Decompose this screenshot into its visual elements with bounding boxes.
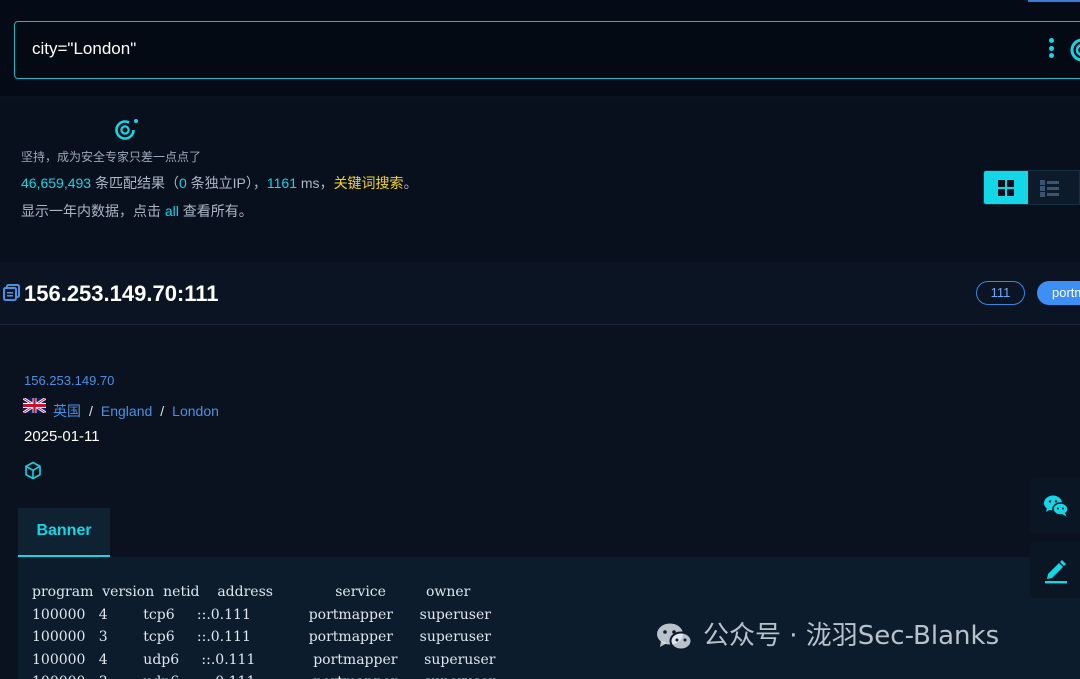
result-date: 2025-01-11 <box>24 428 100 445</box>
tab-banner[interactable]: Banner <box>18 508 110 557</box>
result-title[interactable]: 156.253.149.70:111 <box>24 281 219 307</box>
location-separator: / <box>160 403 165 419</box>
search-logo-icon[interactable] <box>1069 37 1080 63</box>
copy-icon[interactable] <box>3 284 20 301</box>
summary-period: 。 <box>403 175 418 191</box>
location-separator: / <box>89 403 93 419</box>
host-ip-link[interactable]: 156.253.149.70 <box>24 373 114 388</box>
year-notice: 显示一年内数据，点击 all 查看所有。 <box>21 201 253 221</box>
list-view-button[interactable] <box>1028 171 1079 204</box>
grid-icon <box>998 180 1014 196</box>
view-toggle <box>983 170 1080 205</box>
uk-flag-icon <box>23 398 46 413</box>
grid-view-button[interactable] <box>984 171 1028 204</box>
query-time: 1161 <box>266 175 297 191</box>
wechat-button[interactable] <box>1030 478 1080 534</box>
result-suffix: 条匹配结果（ <box>91 175 179 191</box>
top-accent-line <box>1028 0 1080 2</box>
time-unit: ms， <box>297 175 334 191</box>
all-link[interactable]: all <box>165 203 179 219</box>
list-icon <box>1040 180 1059 197</box>
wechat-icon <box>1044 495 1069 517</box>
unique-ip-suffix: 条独立IP）， <box>186 175 267 191</box>
slogan-text: 坚持，成为安全专家只差一点点了 <box>21 150 202 164</box>
more-options-icon[interactable] <box>1046 38 1056 62</box>
result-count: 46,659,493 <box>21 175 92 191</box>
watermark-text: 公众号 · 泷羽Sec-Blanks <box>703 621 1000 651</box>
country-link[interactable]: 英国 <box>53 403 81 419</box>
location-breadcrumb: 英国 / England / London <box>53 401 219 421</box>
fofa-logo-icon <box>115 119 138 140</box>
unique-ip-count: 0 <box>178 175 187 191</box>
watermark: 公众号 · 泷羽Sec-Blanks <box>655 618 999 654</box>
region-link[interactable]: England <box>101 403 152 419</box>
year-suffix: 查看所有。 <box>178 203 253 219</box>
wechat-watermark-icon <box>657 623 693 650</box>
year-prefix: 显示一年内数据，点击 <box>21 203 165 219</box>
protocol-tag[interactable]: portmapper <box>1037 281 1080 305</box>
port-tag[interactable]: 111 <box>976 281 1025 305</box>
edit-icon <box>1045 560 1067 584</box>
feedback-button[interactable] <box>1030 542 1080 598</box>
result-summary: 46,659,493 条匹配结果（0 条独立IP），1161 ms，关键词搜索。 <box>21 173 418 193</box>
banner-content: program version netid address service ow… <box>32 584 496 679</box>
cube-icon[interactable] <box>24 461 42 480</box>
city-link[interactable]: London <box>172 403 219 419</box>
keyword-search-link[interactable]: 关键词搜索 <box>334 175 404 191</box>
search-box[interactable]: city="London" <box>14 21 1080 79</box>
search-input[interactable]: city="London" <box>32 39 136 59</box>
